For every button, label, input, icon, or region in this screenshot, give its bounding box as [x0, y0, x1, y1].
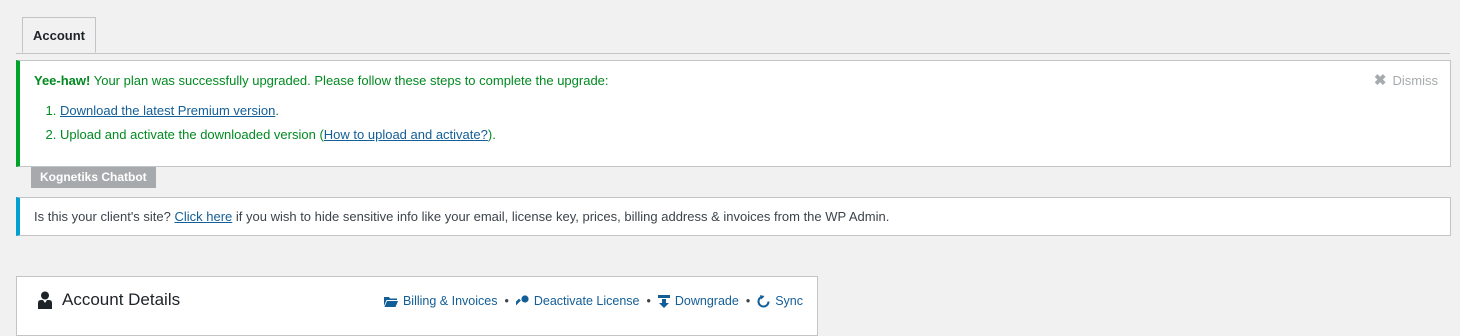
- separator: •: [745, 294, 751, 308]
- account-details-title: Account Details: [62, 290, 181, 309]
- notice-bold: Yee-haw!: [34, 73, 91, 88]
- notice-text: Your plan was successfully upgraded. Ple…: [90, 73, 609, 88]
- notice-message: Yee-haw! Your plan was successfully upgr…: [34, 73, 609, 88]
- dismiss-button[interactable]: ✖ Dismiss: [1374, 71, 1438, 89]
- step-item: Download the latest Premium version.: [60, 103, 496, 119]
- click-here-link[interactable]: Click here: [174, 209, 232, 224]
- tab-bar: Account: [16, 17, 1450, 54]
- download-icon: [657, 294, 670, 308]
- separator: •: [646, 294, 651, 308]
- key-icon: [515, 294, 529, 308]
- refresh-icon: [757, 294, 770, 308]
- plugin-badge: Kognetiks Chatbot: [31, 167, 156, 188]
- separator: •: [504, 294, 509, 308]
- step-item: Upload and activate the downloaded versi…: [60, 127, 496, 143]
- panel-title: Account Details: [37, 290, 180, 310]
- deactivate-license-link[interactable]: Deactivate License: [515, 294, 639, 308]
- close-icon: ✖: [1373, 72, 1387, 89]
- how-to-upload-link[interactable]: How to upload and activate?: [324, 127, 488, 142]
- folder-icon: [383, 296, 398, 307]
- sync-link[interactable]: Sync: [757, 294, 803, 308]
- downgrade-link[interactable]: Downgrade: [657, 294, 739, 308]
- account-actions: Billing & Invoices • Deactivate License …: [383, 294, 803, 308]
- upgrade-steps: Download the latest Premium version. Upl…: [34, 103, 496, 151]
- dismiss-label: Dismiss: [1392, 72, 1439, 88]
- user-icon: [37, 291, 53, 309]
- download-premium-link[interactable]: Download the latest Premium version: [60, 103, 275, 118]
- billing-invoices-link[interactable]: Billing & Invoices: [383, 294, 497, 308]
- upgrade-success-notice: Yee-haw! Your plan was successfully upgr…: [16, 60, 1451, 167]
- account-details-panel: Account Details Billing & Invoices • Dea…: [16, 276, 818, 336]
- client-site-notice: Is this your client's site? Click here i…: [16, 197, 1451, 236]
- tab-account[interactable]: Account: [22, 17, 96, 53]
